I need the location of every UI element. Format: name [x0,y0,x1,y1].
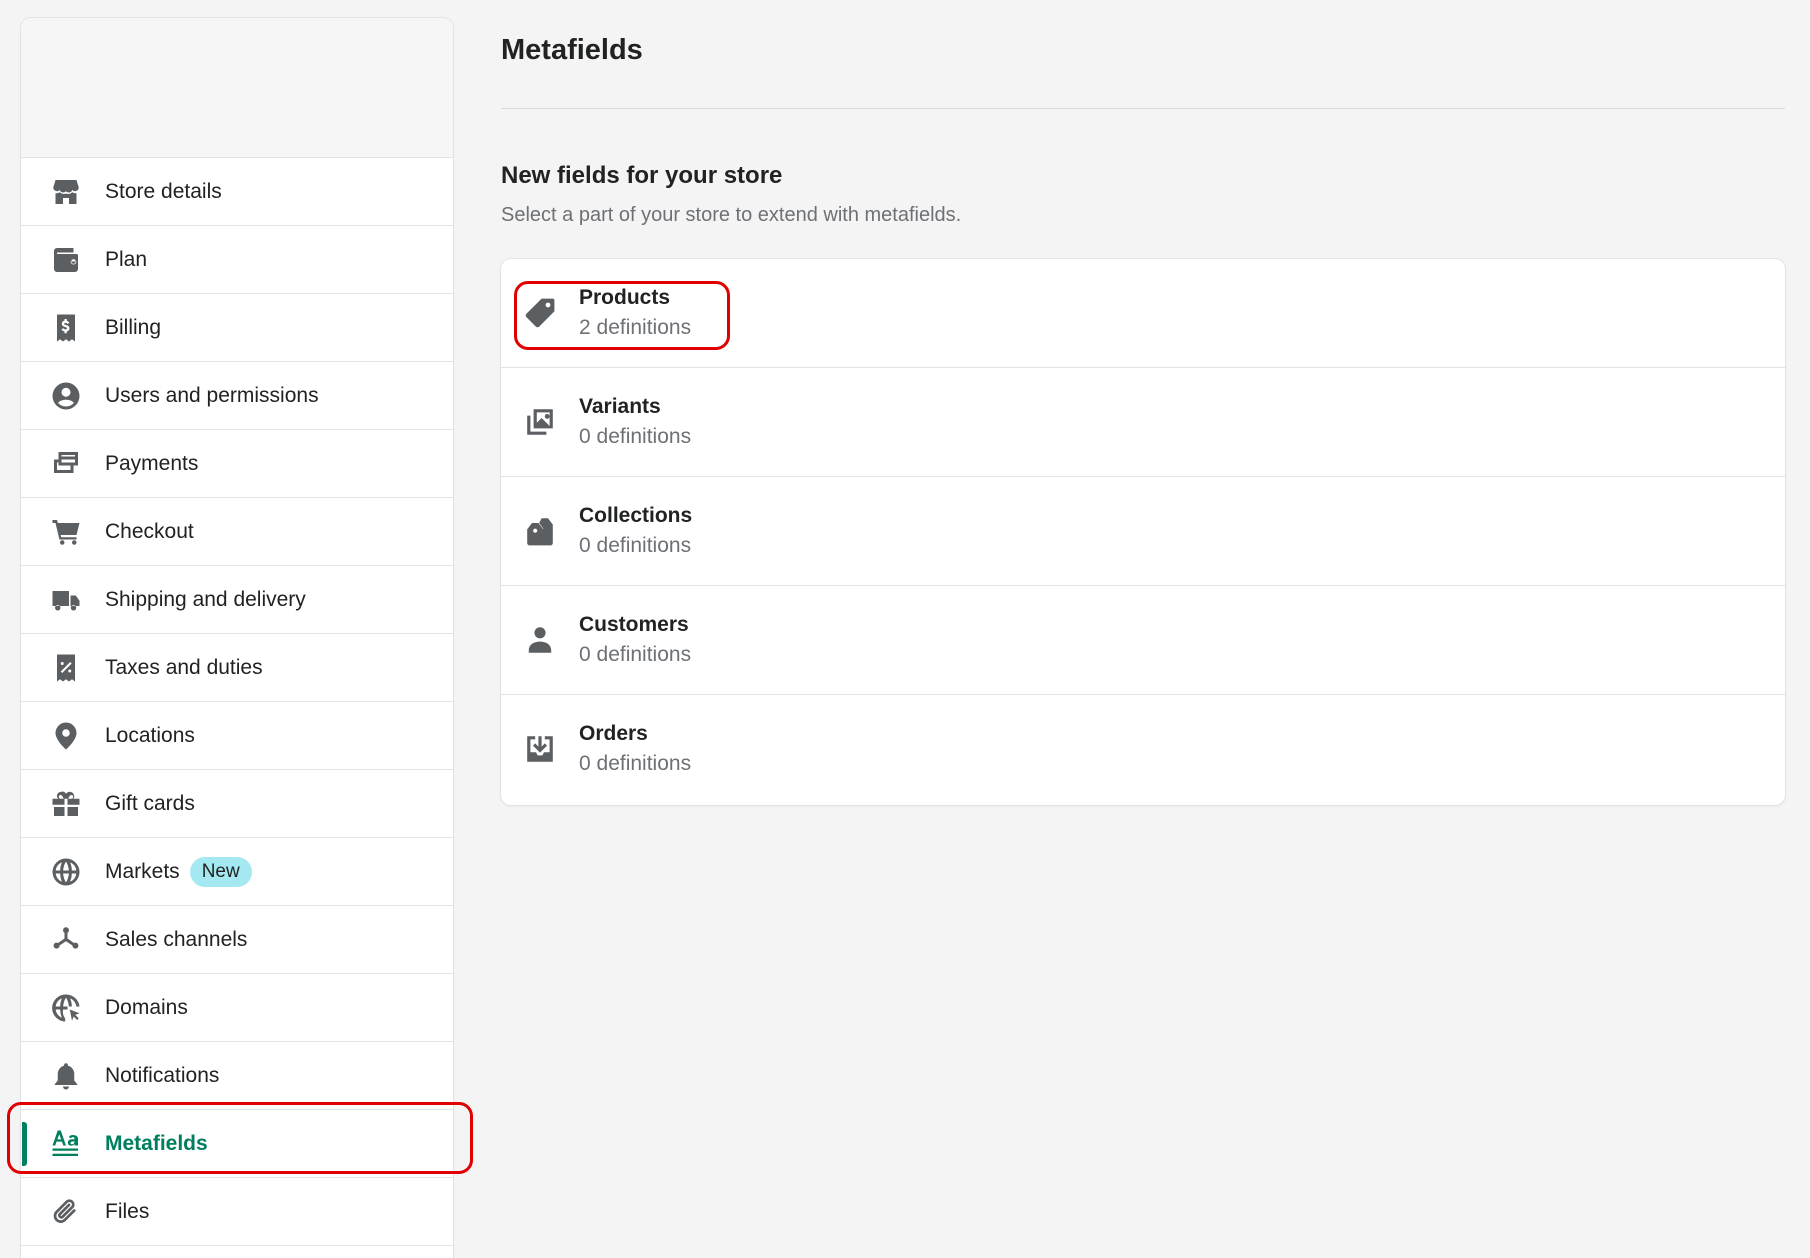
sidebar-item-markets[interactable]: Markets New [21,838,453,906]
resource-row-products[interactable]: Products 2 definitions [501,259,1785,368]
sidebar-item-label: Gift cards [105,791,195,815]
channels-icon [51,925,81,955]
settings-sidebar: Store details Plan Billing Users and per… [21,18,453,1258]
page-title: Metafields [501,34,643,66]
sidebar-header [21,18,453,158]
sidebar-item-label: Checkout [105,519,194,543]
resource-name: Products [579,286,671,309]
tax-receipt-icon [51,653,81,683]
sidebar-item-billing[interactable]: Billing [21,294,453,362]
resource-definitions-count: 0 definitions [579,752,692,775]
sidebar-item-label: Billing [105,315,162,339]
sidebar-item-users-and-permissions[interactable]: Users and permissions [21,362,453,430]
location-pin-icon [51,721,81,751]
sidebar-item-label: Plan [105,247,148,271]
resource-name: Orders [579,722,648,745]
resource-definitions-count: 0 definitions [579,425,692,448]
sidebar-item-metafields[interactable]: Metafields [21,1110,453,1178]
cart-icon [51,517,81,547]
sidebar-item-shipping-and-delivery[interactable]: Shipping and delivery [21,566,453,634]
sidebar-item-taxes-and-duties[interactable]: Taxes and duties [21,634,453,702]
active-indicator [22,1122,27,1166]
globe-cursor-icon [51,993,81,1023]
sidebar-item-gift-cards[interactable]: Gift cards [21,770,453,838]
section-title: New fields for your store [501,162,783,189]
resource-row-customers[interactable]: Customers 0 definitions [501,586,1785,695]
sidebar-item-label: Locations [105,723,195,747]
wallet-icon [51,245,81,275]
sidebar-item-checkout[interactable]: Checkout [21,498,453,566]
resource-list-card: Products 2 definitions Variants 0 defini… [501,259,1785,805]
variants-icon [524,406,556,438]
sidebar-item-label: Taxes and duties [105,655,263,679]
billing-icon [51,313,81,343]
new-badge: New [189,856,252,887]
bell-icon [51,1061,81,1091]
sidebar-item-domains[interactable]: Domains [21,974,453,1042]
sidebar-item-label: Metafields [105,1131,208,1155]
sidebar-item-payments[interactable]: Payments [21,430,453,498]
resource-definitions-count: 0 definitions [579,534,692,557]
sidebar-item-label: Sales channels [105,927,248,951]
sidebar-item-label: Users and permissions [105,383,319,407]
metafields-icon [51,1129,81,1159]
resource-row-orders[interactable]: Orders 0 definitions [501,695,1785,803]
resource-row-collections[interactable]: Collections 0 definitions [501,477,1785,586]
sidebar-item-label: Domains [105,995,188,1019]
sidebar-item-label: Payments [105,451,199,475]
sidebar-item-label: Notifications [105,1063,220,1087]
gift-icon [51,789,81,819]
sidebar-item-plan[interactable]: Plan [21,226,453,294]
sidebar-item-label: Shipping and delivery [105,587,306,611]
resource-definitions-count: 2 definitions [579,316,692,339]
collections-icon [524,515,556,547]
resource-name: Customers [579,613,689,636]
tag-icon [524,297,556,329]
sidebar-item-sales-channels[interactable]: Sales channels [21,906,453,974]
truck-icon [51,585,81,615]
sidebar-item-label: Markets [105,859,180,883]
sidebar-item-locations[interactable]: Locations [21,702,453,770]
sidebar-item-label: Store details [105,179,222,203]
globe-icon [51,857,81,887]
customer-icon [524,624,556,656]
sidebar-item-label: Files [105,1199,150,1223]
resource-definitions-count: 0 definitions [579,643,692,666]
user-circle-icon [51,381,81,411]
paperclip-icon [51,1197,81,1227]
orders-icon [524,733,556,765]
payments-icon [51,449,81,479]
resource-name: Collections [579,504,693,527]
resource-row-variants[interactable]: Variants 0 definitions [501,368,1785,477]
store-icon [51,177,81,207]
section-subtitle: Select a part of your store to extend wi… [501,204,962,226]
header-divider [501,108,1785,109]
sidebar-item-store-details[interactable]: Store details [21,158,453,226]
sidebar-item-notifications[interactable]: Notifications [21,1042,453,1110]
sidebar-item-files[interactable]: Files [21,1178,453,1246]
resource-name: Variants [579,395,661,418]
